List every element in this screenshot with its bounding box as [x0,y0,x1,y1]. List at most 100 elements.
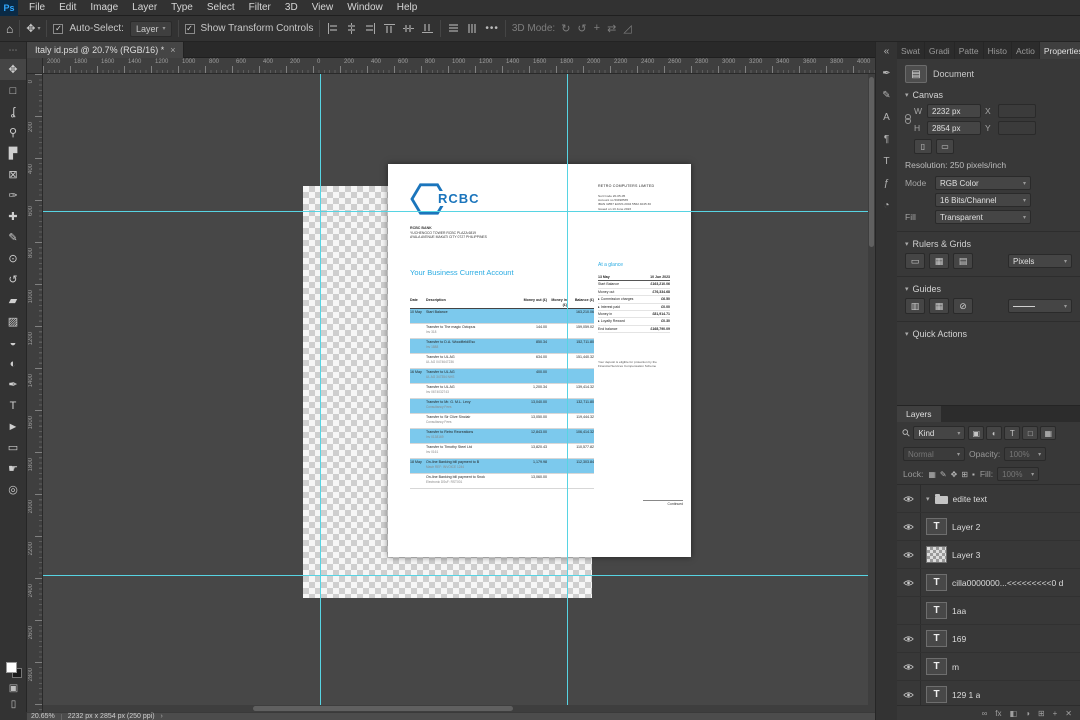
auto-select-checkbox[interactable]: ✓ [53,23,64,34]
layer-visibility-eye-icon[interactable] [897,569,921,596]
align-horizontal-centers-icon[interactable] [345,22,358,35]
link-layers-icon[interactable]: ∞ [982,709,988,718]
lock-transparency-icon[interactable]: ▦ [927,470,937,479]
canvas-area[interactable]: RCBC RCBC BANK YUCHENGCO TOWER RCBC PLAZ… [43,74,875,712]
3d-orbit-icon[interactable]: ↻ [561,22,570,35]
quick-actions-section-header[interactable]: ▾ Quick Actions [905,329,1072,339]
layer-group-icon[interactable]: ⊞ [1038,709,1045,718]
adjustment-layer-icon[interactable]: ◑ [1025,709,1030,718]
screen-mode-icon[interactable]: ▯ [11,699,17,710]
layer-visibility-eye-icon[interactable] [897,653,921,680]
menu-window[interactable]: Window [340,0,390,16]
menu-3d[interactable]: 3D [278,0,305,16]
brush-settings-icon[interactable]: ✒ [882,68,890,81]
pen-tool[interactable]: ✒ [0,374,26,395]
hand-tool[interactable]: ☛ [0,458,26,479]
layer-visibility-eye-icon[interactable] [897,541,921,568]
3d-pan-icon[interactable]: + [594,22,600,35]
height-field[interactable]: 2854 px [927,121,981,135]
filter-smart-objects-icon[interactable]: ▦ [1040,426,1057,440]
align-right-icon[interactable] [364,22,377,35]
align-vertical-centers-icon[interactable] [402,22,415,35]
menu-select[interactable]: Select [200,0,242,16]
quick-mask-icon[interactable]: ▣ [9,683,18,694]
rulers-grids-section-header[interactable]: ▾ Rulers & Grids [905,239,1072,249]
eyedropper-tool[interactable]: ✑ [0,185,26,206]
opacity-field[interactable]: 100% ▾ [1004,447,1047,461]
align-top-icon[interactable] [383,22,396,35]
rectangular-marquee-tool[interactable]: □ [0,80,26,101]
text-layer-thumbnail[interactable]: T [926,630,947,647]
text-layer-thumbnail[interactable]: T [926,602,947,619]
lasso-tool[interactable]: ʆ [0,101,26,122]
lock-pixels-icon[interactable]: ✎ [939,470,948,479]
width-field[interactable]: 2232 px [927,104,981,118]
character-panel-icon[interactable]: A [883,112,890,125]
styles-panel-icon[interactable]: ƒ [884,178,890,191]
guide-style-dropdown[interactable]: ▾ [1008,299,1072,313]
color-mode-dropdown[interactable]: RGB Color ▾ [935,176,1031,190]
distribute-vertical-icon[interactable] [447,22,460,35]
guide-layout-icon[interactable]: ▦ [929,298,949,314]
menu-view[interactable]: View [305,0,341,16]
layer-visibility-eye-icon[interactable] [897,513,921,540]
menu-type[interactable]: Type [164,0,200,16]
history-panel-icon[interactable]: ◔ [883,200,889,213]
layer-row[interactable]: Tm [897,653,1080,681]
menu-help[interactable]: Help [390,0,425,16]
color-swatches[interactable] [5,662,22,678]
brushes-panel-icon[interactable]: ✎ [882,90,890,103]
close-icon[interactable]: × [170,45,175,55]
delete-layer-icon[interactable]: ✕ [1065,709,1072,718]
panel-tab-patte[interactable]: Patte [955,42,984,59]
align-left-icon[interactable] [326,22,339,35]
zoom-level-field[interactable]: 20.65% [31,713,55,720]
text-layer-thumbnail[interactable]: T [926,658,947,675]
quick-selection-tool[interactable]: ⚲ [0,122,26,143]
layer-mask-icon[interactable]: ◧ [1010,709,1018,718]
panel-tab-swat[interactable]: Swat [897,42,925,59]
layer-row[interactable]: T Layer 2 [897,513,1080,541]
layer-effects-icon[interactable]: fx [995,709,1001,718]
filter-pixel-layers-icon[interactable]: ▣ [968,426,985,440]
healing-brush-tool[interactable]: ✚ [0,206,26,227]
new-guide-icon[interactable]: ▥ [905,298,925,314]
layer-row[interactable]: Tcilla0000000...<<<<<<<<<0 d [897,569,1080,597]
glyphs-panel-icon[interactable]: T [883,156,889,169]
crop-tool[interactable]: ▛ [0,143,26,164]
text-layer-thumbnail[interactable]: T [926,686,947,703]
more-align-options-icon[interactable]: ••• [485,23,499,34]
frame-tool[interactable]: ⊠ [0,164,26,185]
layer-fill-field[interactable]: 100% ▾ [997,467,1040,481]
3d-slide-icon[interactable]: ⇄ [607,22,616,35]
blend-mode-dropdown[interactable]: Normal ▾ [903,447,965,461]
toggle-rulers-icon[interactable]: ▭ [905,253,925,269]
document-tab[interactable]: Italy id.psd @ 20.7% (RGB/16) * × [27,42,185,58]
vertical-ruler[interactable]: 0 200 400 600 800 1000 1200 1400 1600 1800 2000 220… [27,74,43,712]
distribute-horizontal-icon[interactable] [466,22,479,35]
guide-vertical[interactable] [567,74,568,712]
scrollbar-thumb[interactable] [253,706,513,711]
toolbar-overflow-icon[interactable]: ⋯ [9,45,18,59]
panel-tab-histo[interactable]: Histo [984,42,1012,59]
scrollbar-horizontal[interactable] [43,705,875,712]
clear-guides-icon[interactable]: ⊘ [953,298,973,314]
layer-filter-search-icon[interactable]: ⚲ [900,427,913,440]
canvas-section-header[interactable]: ▾ Canvas [905,90,1072,100]
toggle-grid-icon[interactable]: ▦ [929,253,949,269]
panel-tab-properties[interactable]: Properties [1039,42,1080,59]
history-brush-tool[interactable]: ↺ [0,269,26,290]
layer-row[interactable]: ▾ edite text [897,485,1080,513]
gradient-tool[interactable]: ▨ [0,311,26,332]
y-field[interactable] [998,121,1036,135]
auto-select-target-dropdown[interactable]: Layer ▾ [129,20,172,37]
layer-visibility-eye-icon[interactable] [897,625,921,652]
guide-horizontal[interactable] [43,575,875,576]
group-expand-caret-icon[interactable]: ▾ [926,495,930,503]
panel-tab-actio[interactable]: Actio [1012,42,1040,59]
scrollbar-thumb[interactable] [869,77,874,247]
tab-layers[interactable]: Layers [897,406,941,422]
layer-thumbnail[interactable] [926,546,947,563]
toggle-snap-icon[interactable]: ▤ [953,253,973,269]
layer-filter-kind-dropdown[interactable]: Kind ▾ [913,426,966,440]
